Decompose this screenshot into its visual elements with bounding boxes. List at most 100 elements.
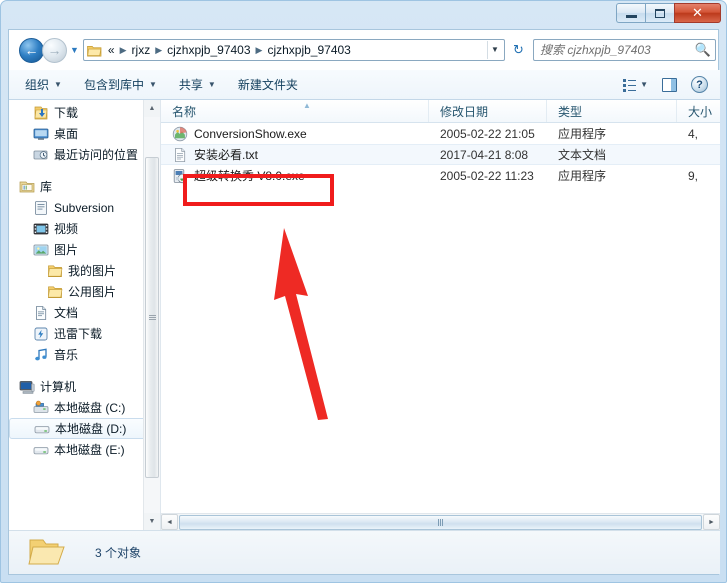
sidebar-item-label: 迅雷下载 <box>54 327 103 341</box>
sidebar-item-12[interactable]: 计算机 <box>9 376 160 397</box>
status-text: 3 个对象 <box>95 546 142 560</box>
sidebar-item-label: 文档 <box>54 306 79 320</box>
back-icon: ← <box>24 42 39 58</box>
breadcrumb-item-1[interactable]: rjxz <box>129 43 154 57</box>
search-input[interactable] <box>538 42 695 58</box>
music-icon <box>33 347 49 363</box>
share-label: 共享 <box>178 78 203 92</box>
navigation-group-gap <box>9 365 160 376</box>
sidebar-item-15[interactable]: 本地磁盘 (E:) <box>9 439 160 460</box>
downloads-icon <box>33 105 49 121</box>
sidebar-item-8[interactable]: 公用图片 <box>9 281 160 302</box>
sidebar-item-11[interactable]: 音乐 <box>9 344 160 365</box>
new-folder-button[interactable]: 新建文件夹 <box>228 71 308 98</box>
breadcrumb-item-3[interactable]: cjzhxpjb_97403 <box>264 43 353 57</box>
horizontal-scrollbar-thumb[interactable] <box>179 514 702 530</box>
scroll-right-icon[interactable]: ► <box>703 514 720 530</box>
chevron-down-icon: ▼ <box>207 80 216 89</box>
sidebar-scrollbar-thumb[interactable] <box>145 157 159 478</box>
close-button[interactable]: ✕ <box>674 3 721 23</box>
organize-button[interactable]: 组织 ▼ <box>15 71 72 98</box>
sidebar-item-label: 本地磁盘 (C:) <box>54 401 126 415</box>
column-header-date[interactable]: 修改日期 <box>429 100 547 122</box>
computer-icon <box>19 379 35 395</box>
close-icon: ✕ <box>692 5 703 20</box>
minimize-button[interactable] <box>616 3 645 23</box>
back-button[interactable]: ← <box>19 37 44 63</box>
scroll-down-icon[interactable]: ▼ <box>144 513 160 530</box>
folder-icon <box>47 284 63 300</box>
address-dropdown-icon[interactable]: ▼ <box>487 41 502 59</box>
column-header-date-label: 修改日期 <box>440 104 489 119</box>
sidebar-scrollbar[interactable]: ▲ ▼ <box>143 100 160 530</box>
sidebar-item-label: 下载 <box>54 106 79 120</box>
drive-icon <box>33 442 49 458</box>
search-box[interactable]: 🔍 <box>533 39 716 61</box>
sidebar-item-6[interactable]: 图片 <box>9 239 160 260</box>
sidebar-item-2[interactable]: 最近访问的位置 <box>9 144 160 165</box>
sidebar-item-label: 视频 <box>54 222 79 236</box>
scroll-left-icon[interactable]: ◄ <box>161 514 178 530</box>
breadcrumb-item-2[interactable]: cjzhxpjb_97403 <box>164 43 253 57</box>
forward-button[interactable]: → <box>42 37 67 63</box>
include-in-library-button[interactable]: 包含到库中 ▼ <box>74 71 167 98</box>
system-drive-icon <box>33 400 49 416</box>
file-date-label: 2005-02-22 11:23 <box>440 168 534 183</box>
sidebar-item-14[interactable]: 本地磁盘 (D:) <box>9 418 156 439</box>
table-row[interactable]: 超级转换秀 V8.0.exe 2005-02-22 11:23 应用程序 9, <box>161 165 720 186</box>
window-controls: ✕ <box>616 3 721 23</box>
table-row[interactable]: ConversionShow.exe 2005-02-22 21:05 应用程序 4, <box>161 123 720 144</box>
explorer-window: ✕ ← → ▼ « ▶ rjxz ▶ cjzhxpjb_97403 ▶ cjzh… <box>0 0 727 583</box>
refresh-button[interactable]: ↻ <box>508 40 529 61</box>
navigation-group-gap <box>9 165 160 176</box>
minimize-icon <box>625 14 637 18</box>
sidebar-item-0[interactable]: 下载 <box>9 102 160 123</box>
address-input[interactable]: « ▶ rjxz ▶ cjzhxpjb_97403 ▶ cjzhxpjb_974… <box>82 39 505 61</box>
column-header-name[interactable]: 名称 ▲ <box>161 100 429 122</box>
navigation-pane[interactable]: 下载桌面最近访问的位置库 Subversion 视频图片 我的图片公用图片文档迅雷下载… <box>9 100 161 530</box>
column-header-name-label: 名称 <box>172 104 197 119</box>
breadcrumb-item-0[interactable]: « <box>105 43 118 57</box>
help-button[interactable]: ? <box>685 72 714 97</box>
open-folder-icon <box>28 539 65 564</box>
column-header-type[interactable]: 类型 <box>547 100 677 122</box>
breadcrumb-separator: ▶ <box>119 44 127 55</box>
text-file-icon <box>172 147 188 163</box>
sidebar-item-1[interactable]: 桌面 <box>9 123 160 144</box>
file-size-label: 9, <box>688 168 699 183</box>
sidebar-item-9[interactable]: 文档 <box>9 302 160 323</box>
status-bar: 3 个对象 <box>9 530 720 574</box>
preview-pane-button[interactable] <box>656 74 683 96</box>
cell-name: 安装必看.txt <box>161 146 429 163</box>
application-icon <box>172 126 188 142</box>
maximize-button[interactable] <box>645 3 674 23</box>
chevron-down-icon: ▼ <box>54 80 62 89</box>
table-row[interactable]: 安装必看.txt 2017-04-21 8:08 文本文档 <box>161 144 720 165</box>
sidebar-item-label: 音乐 <box>54 348 79 362</box>
sidebar-item-5[interactable]: 视频 <box>9 218 160 239</box>
sidebar-item-label: 公用图片 <box>68 285 117 299</box>
chevron-down-icon: ▼ <box>640 80 648 89</box>
change-view-button[interactable]: ▼ <box>617 75 654 95</box>
videos-icon <box>33 221 49 237</box>
sidebar-item-label: 桌面 <box>54 127 79 141</box>
maximize-icon <box>655 8 665 18</box>
recent-pages-caret-icon[interactable]: ▼ <box>70 45 79 55</box>
thunder-download-icon <box>33 326 49 342</box>
scroll-up-icon[interactable]: ▲ <box>144 100 160 117</box>
file-list-pane[interactable]: 名称 ▲ 修改日期 类型 大小 ConversionShow.exe 2005-0… <box>161 100 720 530</box>
share-button[interactable]: 共享 ▼ <box>169 71 226 98</box>
column-header-size[interactable]: 大小 <box>677 100 720 122</box>
sidebar-item-4[interactable]: Subversion <box>9 197 160 218</box>
sidebar-item-3[interactable]: 库 <box>9 176 160 197</box>
sidebar-item-13[interactable]: 本地磁盘 (C:) <box>9 397 160 418</box>
recent-places-icon <box>33 147 49 163</box>
drive-icon <box>34 421 50 437</box>
file-name-label: ConversionShow.exe <box>194 126 307 141</box>
file-date-label: 2005-02-22 21:05 <box>440 126 535 141</box>
sidebar-item-7[interactable]: 我的图片 <box>9 260 160 281</box>
horizontal-scrollbar[interactable]: ◄ ► <box>161 513 720 530</box>
include-in-library-label: 包含到库中 <box>83 78 144 92</box>
breadcrumb-separator: ▶ <box>255 44 263 55</box>
sidebar-item-10[interactable]: 迅雷下载 <box>9 323 160 344</box>
